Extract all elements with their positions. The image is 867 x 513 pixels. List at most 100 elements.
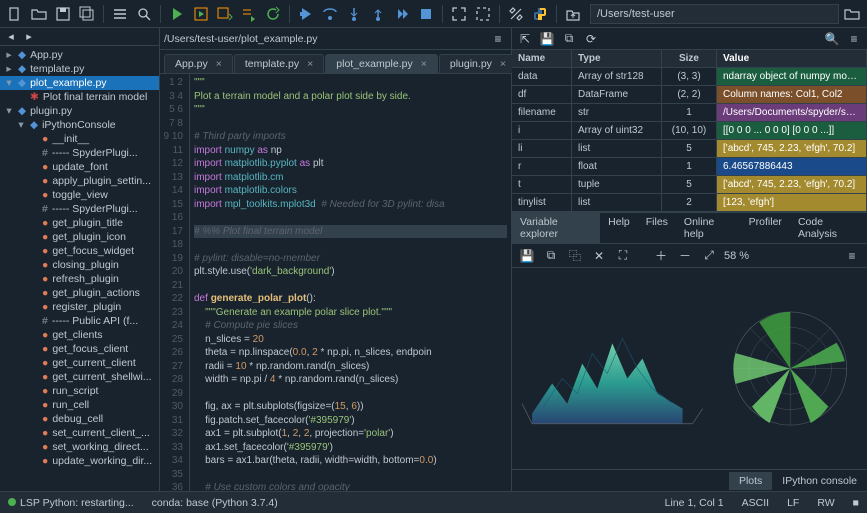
- run-selection-icon[interactable]: [238, 3, 260, 25]
- plot-options-icon[interactable]: ≡: [843, 247, 861, 265]
- outline-item[interactable]: ●set_current_client_...: [0, 426, 159, 440]
- step-out-icon[interactable]: [367, 3, 389, 25]
- zoom-out-icon[interactable]: －: [676, 247, 694, 265]
- outline-item[interactable]: ▸◆App.py: [0, 48, 159, 62]
- outline-item[interactable]: ●get_focus_widget: [0, 244, 159, 258]
- variable-row[interactable]: dataArray of str128(3, 3)ndarray object …: [512, 68, 867, 86]
- col-name[interactable]: Name: [512, 50, 572, 67]
- variable-row[interactable]: tinylistlist2[123, 'efgh']: [512, 194, 867, 212]
- outline-item[interactable]: ●refresh_plugin: [0, 272, 159, 286]
- outline-item[interactable]: #----- SpyderPlugi...: [0, 202, 159, 216]
- save-data-icon[interactable]: 💾: [538, 30, 556, 48]
- outline-item[interactable]: ▾◆plugin.py: [0, 104, 159, 118]
- lsp-status[interactable]: LSP Python: restarting...: [8, 497, 134, 509]
- right-pane-tab[interactable]: Files: [638, 213, 676, 243]
- rerun-icon[interactable]: [262, 3, 284, 25]
- vars-options-icon[interactable]: ≡: [845, 30, 863, 48]
- right-pane-tab[interactable]: Online help: [676, 213, 741, 243]
- save-icon[interactable]: [52, 3, 74, 25]
- step-into-icon[interactable]: [343, 3, 365, 25]
- list-icon[interactable]: [109, 3, 131, 25]
- right-pane-tab[interactable]: Profiler: [741, 213, 790, 243]
- fullscreen-icon[interactable]: [472, 3, 494, 25]
- forward-icon[interactable]: ▸: [22, 30, 36, 44]
- right-pane-tab[interactable]: Help: [600, 213, 638, 243]
- file-permissions[interactable]: RW: [817, 497, 834, 509]
- outline-item[interactable]: ✱Plot final terrain model: [0, 90, 159, 104]
- variable-row[interactable]: iArray of uint32(10, 10)[[0 0 0 ... 0 0 …: [512, 122, 867, 140]
- outline-item[interactable]: ●apply_plugin_settin...: [0, 174, 159, 188]
- editor-tab[interactable]: template.py×: [234, 54, 324, 73]
- search-vars-icon[interactable]: 🔍: [823, 30, 841, 48]
- outline-item[interactable]: ●get_clients: [0, 328, 159, 342]
- line-ending[interactable]: LF: [787, 497, 799, 509]
- outline-item[interactable]: ●get_current_shellwi...: [0, 370, 159, 384]
- variable-row[interactable]: rfloat16.46567886443: [512, 158, 867, 176]
- close-tab-icon[interactable]: ×: [307, 58, 313, 70]
- python-path-icon[interactable]: [529, 3, 551, 25]
- memory-usage[interactable]: ■: [853, 497, 859, 509]
- browse-dir-icon[interactable]: [841, 3, 863, 25]
- conda-env[interactable]: conda: base (Python 3.7.4): [152, 497, 278, 509]
- outline-item[interactable]: ●toggle_view: [0, 188, 159, 202]
- encoding[interactable]: ASCII: [742, 497, 769, 509]
- step-over-icon[interactable]: [319, 3, 341, 25]
- copy-plot-icon[interactable]: ⿻: [566, 247, 584, 265]
- editor-tab[interactable]: App.py×: [164, 54, 233, 73]
- close-tab-icon[interactable]: ×: [421, 58, 427, 70]
- outline-item[interactable]: ●closing_plugin: [0, 258, 159, 272]
- outline-item[interactable]: ●debug_cell: [0, 412, 159, 426]
- outline-item[interactable]: #----- SpyderPlugi...: [0, 146, 159, 160]
- remove-plot-icon[interactable]: ✕: [590, 247, 608, 265]
- editor-tab[interactable]: plugin.py×: [439, 54, 517, 73]
- maximize-icon[interactable]: [448, 3, 470, 25]
- new-file-icon[interactable]: [4, 3, 26, 25]
- debug-icon[interactable]: [295, 3, 317, 25]
- zoom-in-icon[interactable]: ＋: [652, 247, 670, 265]
- tab-ipython[interactable]: IPython console: [772, 472, 867, 490]
- outline-item[interactable]: ●get_plugin_icon: [0, 230, 159, 244]
- variable-row[interactable]: dfDataFrame(2, 2)Column names: Col1, Col…: [512, 86, 867, 104]
- continue-icon[interactable]: [391, 3, 413, 25]
- outline-item[interactable]: ●get_current_client: [0, 356, 159, 370]
- save-all-plots-icon[interactable]: ⧉: [542, 247, 560, 265]
- outline-item[interactable]: ●get_focus_client: [0, 342, 159, 356]
- preferences-icon[interactable]: [505, 3, 527, 25]
- outline-item[interactable]: ●update_font: [0, 160, 159, 174]
- outline-item[interactable]: #----- Public API (f...: [0, 314, 159, 328]
- save-plot-icon[interactable]: 💾: [518, 247, 536, 265]
- outline-item[interactable]: ●register_plugin: [0, 300, 159, 314]
- refresh-vars-icon[interactable]: ⟳: [582, 30, 600, 48]
- parent-dir-icon[interactable]: [562, 3, 584, 25]
- open-folder-icon[interactable]: [28, 3, 50, 25]
- run-icon[interactable]: [166, 3, 188, 25]
- variable-row[interactable]: ttuple5['abcd', 745, 2.23, 'efgh', 70.2]: [512, 176, 867, 194]
- editor-tab[interactable]: plot_example.py×: [325, 54, 438, 73]
- outline-item[interactable]: ●run_script: [0, 384, 159, 398]
- outline-item[interactable]: ●update_working_dir...: [0, 454, 159, 468]
- run-cell-advance-icon[interactable]: [214, 3, 236, 25]
- outline-item[interactable]: ▾◆plot_example.py: [0, 76, 159, 90]
- close-tab-icon[interactable]: ×: [500, 58, 506, 70]
- outline-item[interactable]: ●set_working_direct...: [0, 440, 159, 454]
- outline-item[interactable]: ●get_plugin_actions: [0, 286, 159, 300]
- zoom-fit-icon[interactable]: ⤢: [700, 247, 718, 265]
- import-data-icon[interactable]: ⇱: [516, 30, 534, 48]
- right-pane-tab[interactable]: Variable explorer: [512, 213, 600, 243]
- outline-item[interactable]: ●run_cell: [0, 398, 159, 412]
- right-pane-tab[interactable]: Code Analysis: [790, 213, 867, 243]
- outline-item[interactable]: ▾◆iPythonConsole: [0, 118, 159, 132]
- stop-debug-icon[interactable]: [415, 3, 437, 25]
- cursor-position[interactable]: Line 1, Col 1: [665, 497, 724, 509]
- run-cell-icon[interactable]: [190, 3, 212, 25]
- col-type[interactable]: Type: [572, 50, 662, 67]
- tab-plots[interactable]: Plots: [729, 472, 772, 490]
- find-icon[interactable]: [133, 3, 155, 25]
- save-all-icon[interactable]: [76, 3, 98, 25]
- outline-item[interactable]: ●get_plugin_title: [0, 216, 159, 230]
- outline-item[interactable]: ●__init__: [0, 132, 159, 146]
- save-as-icon[interactable]: ⧉: [560, 30, 578, 48]
- variable-row[interactable]: lilist5['abcd', 745, 2.23, 'efgh', 70.2]: [512, 140, 867, 158]
- remove-all-plots-icon[interactable]: ⛶: [614, 247, 632, 265]
- editor-menu-icon[interactable]: ≡: [489, 30, 507, 48]
